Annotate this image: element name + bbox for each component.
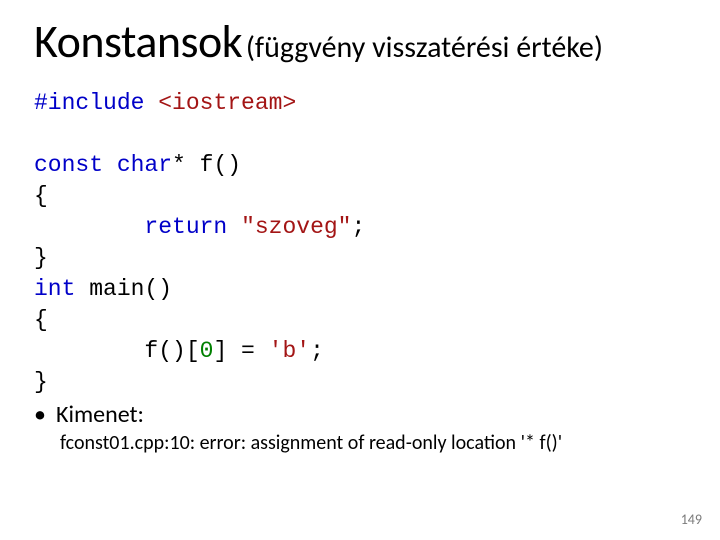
compiler-error-line: fconst01.cpp:10: error: assignment of re… — [60, 431, 686, 455]
tok-const: const — [34, 152, 103, 178]
tok-charlit: 'b' — [269, 338, 310, 364]
tok-int: int — [34, 276, 75, 302]
output-bullet: •Kimenet: — [34, 400, 686, 429]
tok-fdecl: * f() — [172, 152, 241, 178]
tok-brace-open-2: { — [34, 307, 48, 333]
tok-semi-2: ; — [310, 338, 324, 364]
tok-brace-close-1: } — [34, 245, 48, 271]
tok-brace-close-2: } — [34, 369, 48, 395]
tok-string: "szoveg" — [241, 214, 351, 240]
tok-call2: ] = — [213, 338, 268, 364]
tok-return: return — [144, 214, 227, 240]
tok-zero: 0 — [200, 338, 214, 364]
tok-header: <iostream> — [158, 90, 296, 116]
tok-call1: f()[ — [144, 338, 199, 364]
bullet-dot-icon: • — [34, 400, 56, 429]
output-label: Kimenet: — [56, 400, 144, 429]
tok-semi-1: ; — [351, 214, 365, 240]
tok-include: #include — [34, 90, 144, 116]
title-sub: (függvény visszatérési értéke) — [246, 29, 603, 66]
tok-char: char — [117, 152, 172, 178]
title-main: Konstansok — [34, 14, 242, 70]
tok-brace-open-1: { — [34, 183, 48, 209]
tok-main: main() — [75, 276, 172, 302]
page-number: 149 — [681, 511, 702, 528]
slide-body: Konstansok (függvény visszatérési értéke… — [0, 0, 720, 455]
code-block: #include <iostream> const char* f() { re… — [34, 88, 686, 398]
slide-title: Konstansok (függvény visszatérési értéke… — [34, 14, 686, 70]
